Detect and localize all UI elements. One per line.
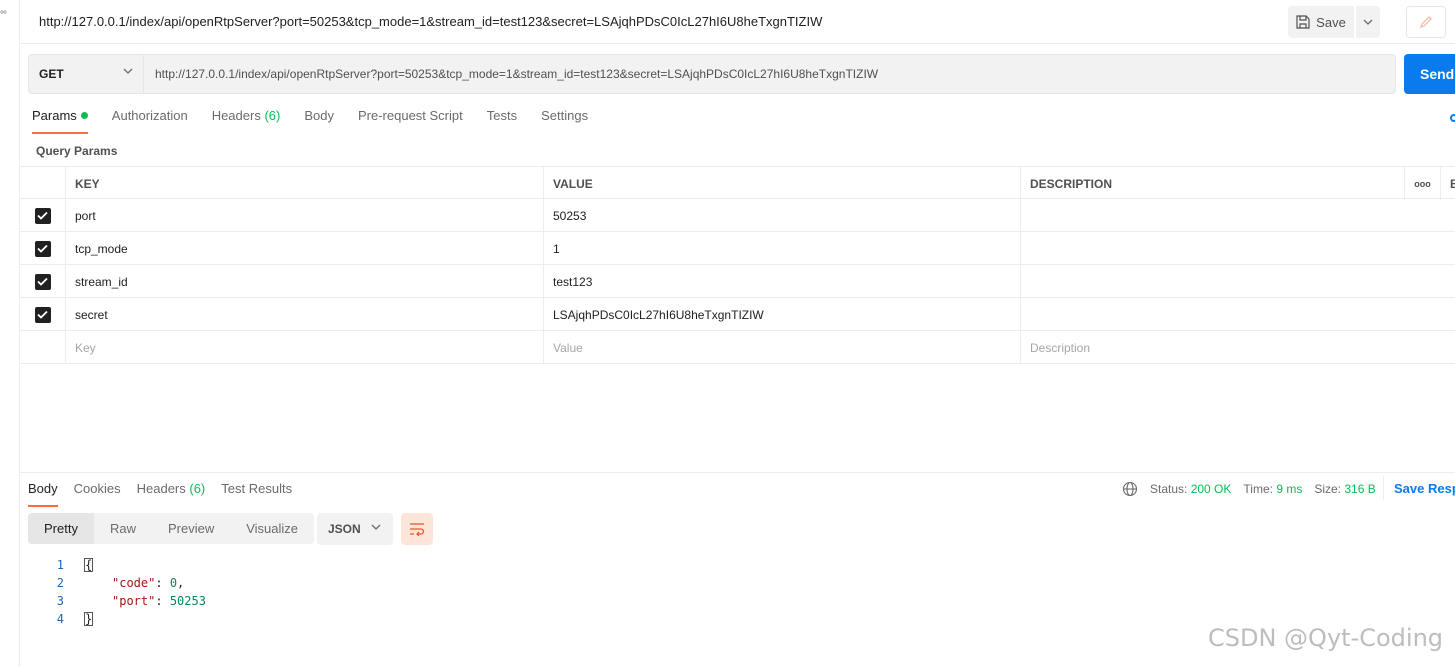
row-checkbox[interactable] — [34, 306, 51, 323]
response-status: Status: 200 OK Time: 9 ms Size: 316 B — [1150, 482, 1376, 496]
chevron-down-icon — [371, 524, 381, 530]
row-checkbox[interactable] — [34, 273, 51, 290]
column-header-description: DESCRIPTION — [1020, 167, 1404, 200]
check-icon — [37, 277, 48, 286]
params-table: KEY VALUE DESCRIPTION ooo B port 50253 t… — [20, 166, 1455, 364]
chevron-down-icon — [1363, 19, 1373, 25]
view-mode-group: Pretty Raw Preview Visualize — [28, 513, 315, 544]
save-response-button[interactable]: Save Respo — [1383, 476, 1455, 500]
param-key[interactable]: secret — [65, 298, 543, 331]
send-button[interactable]: Send — [1404, 54, 1455, 94]
param-value[interactable]: 50253 — [543, 199, 1020, 232]
tab-headers[interactable]: Headers (6) — [212, 108, 281, 134]
request-tabs: Params Authorization Headers (6) Body Pr… — [32, 108, 612, 134]
column-header-key: KEY — [65, 167, 543, 200]
request-title[interactable]: http://127.0.0.1/index/api/openRtpServer… — [39, 14, 822, 29]
table-row: secret LSAjqhPDsC0IcL27hI6U8heTxgnTIZIW — [20, 298, 1455, 331]
globe-icon[interactable] — [1122, 481, 1138, 497]
tab-authorization[interactable]: Authorization — [112, 108, 188, 134]
response-headers-count: (6) — [189, 481, 206, 496]
tab-response-body[interactable]: Body — [28, 481, 58, 507]
check-icon — [37, 310, 48, 319]
save-options-button[interactable] — [1356, 6, 1380, 38]
wrap-lines-button[interactable] — [401, 513, 433, 545]
edit-button[interactable] — [1406, 6, 1446, 38]
new-value-input[interactable]: Value — [543, 331, 1020, 364]
param-key[interactable]: tcp_mode — [65, 232, 543, 265]
code-line: 4} — [56, 612, 94, 626]
view-raw-button[interactable]: Raw — [94, 513, 152, 544]
save-icon — [1296, 15, 1310, 29]
method-select[interactable]: GET — [28, 54, 144, 94]
tab-settings[interactable]: Settings — [541, 108, 588, 134]
new-key-input[interactable]: Key — [65, 331, 543, 364]
check-icon — [37, 244, 48, 253]
table-header-row: KEY VALUE DESCRIPTION ooo B — [20, 166, 1455, 200]
table-row: port 50253 — [20, 199, 1455, 232]
view-visualize-button[interactable]: Visualize — [230, 513, 314, 544]
response-tabs: Body Cookies Headers (6) Test Results — [28, 481, 308, 507]
column-header-value: VALUE — [543, 167, 1020, 200]
tab-prerequest-script[interactable]: Pre-request Script — [358, 108, 463, 134]
tab-tests[interactable]: Tests — [487, 108, 517, 134]
tab-response-headers[interactable]: Headers (6) — [137, 481, 206, 507]
tab-body[interactable]: Body — [304, 108, 334, 134]
save-label: Save — [1316, 14, 1346, 30]
tab-params[interactable]: Params — [32, 108, 88, 134]
row-checkbox[interactable] — [34, 240, 51, 257]
request-header: http://127.0.0.1/index/api/openRtpServer… — [20, 0, 1455, 44]
params-indicator-dot — [80, 112, 88, 119]
param-value[interactable]: 1 — [543, 232, 1020, 265]
response-body-code[interactable]: 1{ 2 "code": 0, 3 "port": 50253 4} — [40, 556, 206, 628]
format-select[interactable]: JSON — [317, 513, 393, 545]
left-sidebar-strip: °° — [0, 0, 20, 667]
new-description-input[interactable]: Description — [1020, 331, 1404, 364]
pencil-icon — [1420, 16, 1432, 28]
headers-count: (6) — [264, 108, 281, 123]
view-preview-button[interactable]: Preview — [152, 513, 230, 544]
param-description[interactable] — [1020, 232, 1404, 265]
column-options-button[interactable]: ooo — [1404, 167, 1440, 200]
param-description[interactable] — [1020, 199, 1404, 232]
new-param-row: Key Value Description — [20, 331, 1455, 364]
code-line: 3 "port": 50253 — [56, 594, 206, 608]
url-input[interactable]: http://127.0.0.1/index/api/openRtpServer… — [144, 54, 1396, 94]
response-divider[interactable] — [20, 472, 1455, 473]
more-icon[interactable]: °° — [0, 10, 7, 21]
tab-response-cookies[interactable]: Cookies — [74, 481, 121, 507]
param-value[interactable]: LSAjqhPDsC0IcL27hI6U8heTxgnTIZIW — [543, 298, 1020, 331]
view-pretty-button[interactable]: Pretty — [28, 513, 94, 544]
check-icon — [37, 211, 48, 220]
watermark: CSDN @Qyt-Coding — [1208, 624, 1444, 652]
param-description[interactable] — [1020, 265, 1404, 298]
wrap-icon — [410, 523, 425, 536]
size-value[interactable]: 316 B — [1344, 482, 1375, 496]
param-description[interactable] — [1020, 298, 1404, 331]
param-key[interactable]: port — [65, 199, 543, 232]
param-value[interactable]: test123 — [543, 265, 1020, 298]
method-label: GET — [39, 67, 64, 81]
cookies-icon[interactable] — [1450, 114, 1455, 122]
time-value[interactable]: 9 ms — [1276, 482, 1302, 496]
table-row: tcp_mode 1 — [20, 232, 1455, 265]
param-key[interactable]: stream_id — [65, 265, 543, 298]
chevron-down-icon — [123, 68, 133, 74]
code-line: 1{ — [56, 558, 94, 572]
query-params-label: Query Params — [36, 144, 118, 158]
table-row: stream_id test123 — [20, 265, 1455, 298]
status-value[interactable]: 200 OK — [1191, 482, 1232, 496]
code-line: 2 "code": 0, — [56, 576, 185, 590]
save-button[interactable]: Save — [1288, 6, 1354, 38]
row-checkbox[interactable] — [34, 207, 51, 224]
tab-test-results[interactable]: Test Results — [221, 481, 292, 507]
bulk-edit-button[interactable]: B — [1440, 167, 1455, 200]
